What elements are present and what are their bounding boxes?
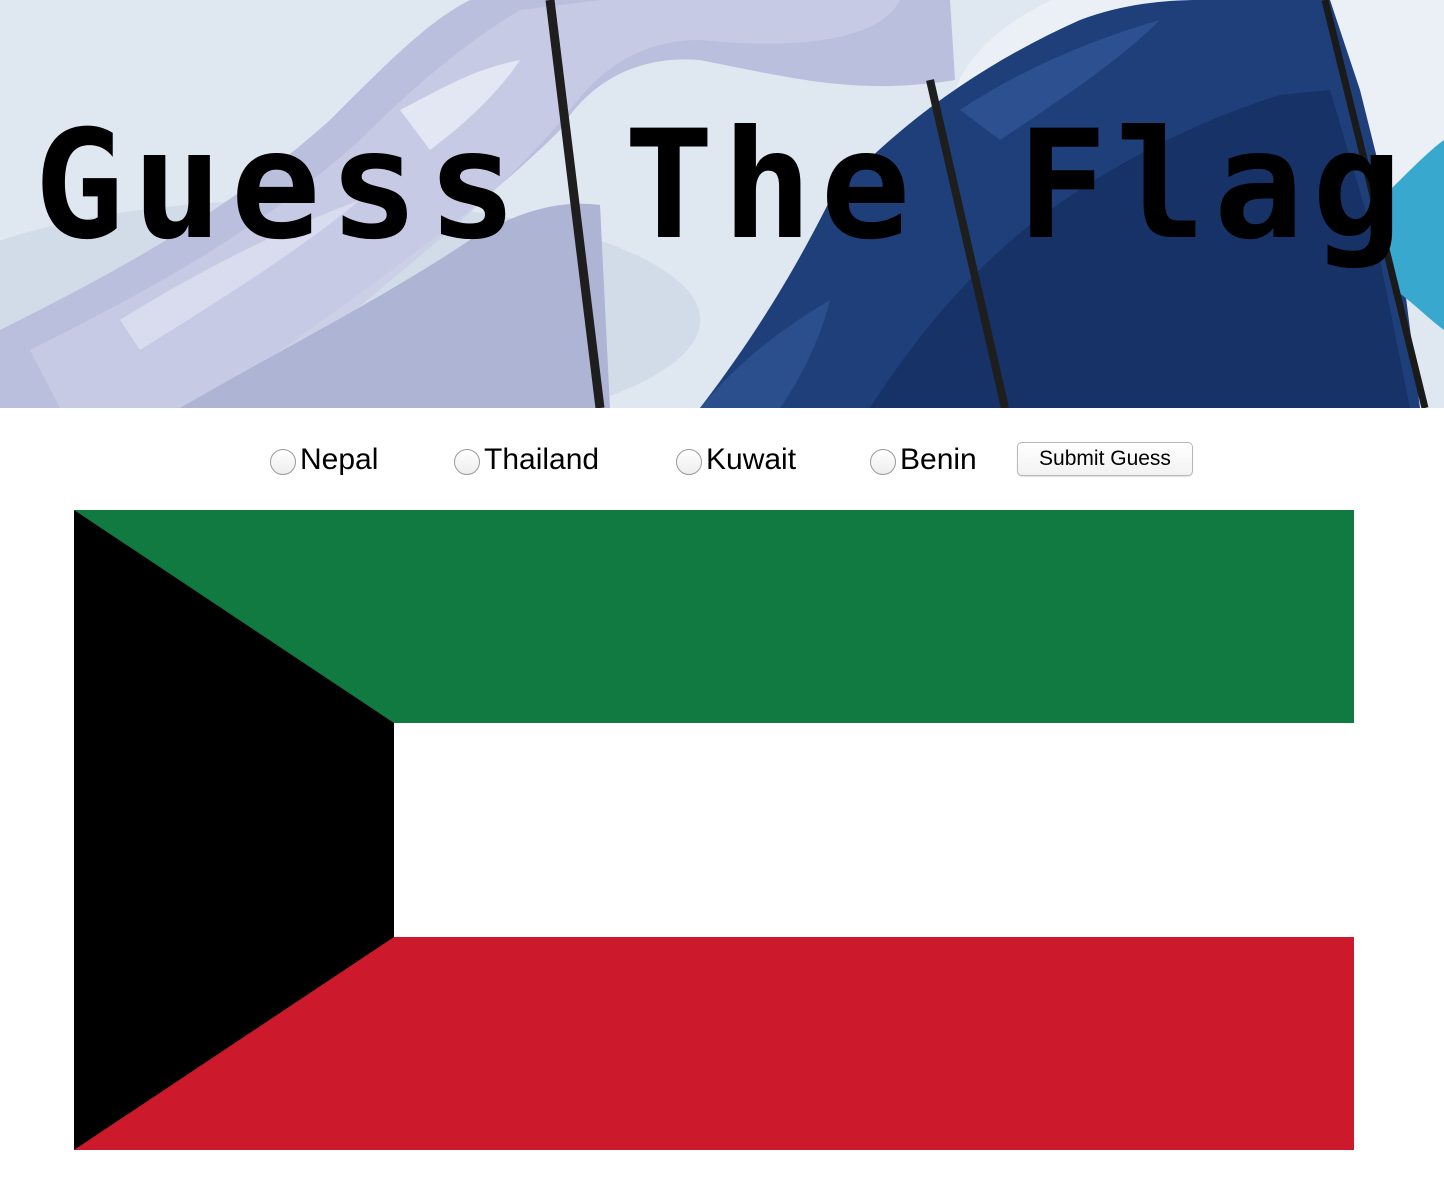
option-label: Kuwait <box>706 443 797 476</box>
option-benin[interactable]: Benin <box>870 438 977 482</box>
radio-button[interactable] <box>870 449 896 475</box>
flag-image <box>74 510 1354 1150</box>
radio-button[interactable] <box>676 449 702 475</box>
option-label: Nepal <box>300 443 379 476</box>
submit-guess-button[interactable]: Submit Guess <box>1017 442 1193 476</box>
option-label: Thailand <box>484 443 600 476</box>
guess-form: Nepal Thailand Kuwait Benin Submit Guess <box>0 438 1444 482</box>
radio-button[interactable] <box>270 449 296 475</box>
header-banner: Guess The Flag <box>0 0 1444 408</box>
option-kuwait[interactable]: Kuwait <box>676 438 796 482</box>
option-thailand[interactable]: Thailand <box>454 438 599 482</box>
option-nepal[interactable]: Nepal <box>270 438 378 482</box>
option-label: Benin <box>900 443 977 476</box>
radio-button[interactable] <box>454 449 480 475</box>
page-title: Guess The Flag <box>33 99 1411 273</box>
